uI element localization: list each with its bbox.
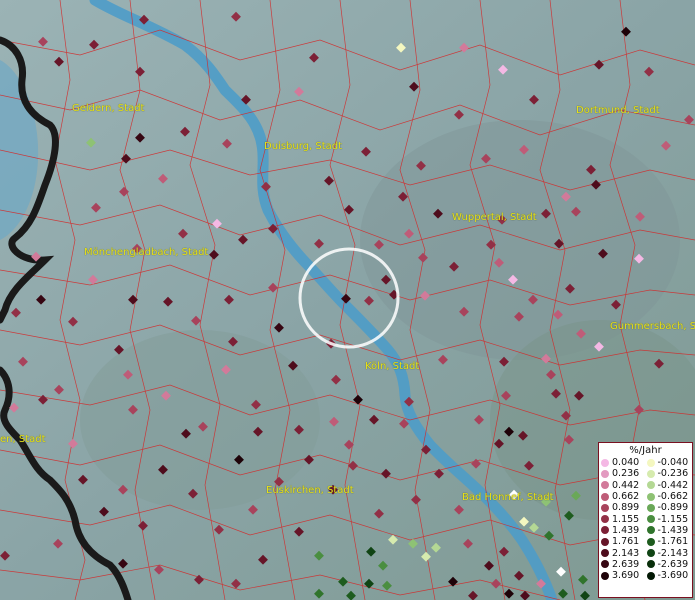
legend-entry: -2.143 xyxy=(646,547,693,559)
legend-positive-column: 0.040 0.236 0.442 0.662 0.899 1.155 1.439 1.761… xyxy=(601,457,647,581)
legend-value: -0.899 xyxy=(657,502,689,514)
legend-value: -3.690 xyxy=(657,570,689,582)
legend-body: 0.040 0.236 0.442 0.662 0.899 1.155 1.439 1.761… xyxy=(599,457,692,581)
legend-value: 2.639 xyxy=(612,558,640,570)
terrain-layer xyxy=(0,0,695,600)
legend-entry: 0.236 xyxy=(601,468,647,479)
legend-value: 3.690 xyxy=(612,570,640,582)
relief-shade xyxy=(80,330,320,510)
city-label-bad-honnef: Bad Honnef, Stadt xyxy=(462,492,554,503)
map-view[interactable]: Geldern, Stadt Duisburg, Stadt Dortmund,… xyxy=(0,0,695,600)
legend-swatch xyxy=(646,526,655,535)
legend-value: -2.143 xyxy=(657,547,689,559)
legend-swatch xyxy=(646,458,655,467)
legend-entry: -1.439 xyxy=(646,524,693,536)
legend-swatch xyxy=(646,537,655,546)
legend-swatch xyxy=(601,515,609,524)
legend-entry: -0.662 xyxy=(646,491,693,503)
legend-value: 1.761 xyxy=(612,536,640,548)
legend-swatch xyxy=(601,571,609,580)
legend-entry: 1.761 xyxy=(601,536,647,547)
legend-value: -1.439 xyxy=(657,524,689,536)
city-label-gummersbach: Gummersbach, Stadt xyxy=(610,321,695,332)
city-label-edge-left: en, Stadt xyxy=(0,434,46,445)
legend-value: 0.442 xyxy=(612,479,640,491)
legend-entry: 0.899 xyxy=(601,502,647,513)
legend-value: -1.761 xyxy=(657,536,689,548)
legend-swatch xyxy=(601,458,609,467)
legend-entry: 1.155 xyxy=(601,513,647,525)
legend-negative-column: -0.040 -0.236 -0.442 -0.662 -0.899 -1.155 -1.4… xyxy=(646,457,693,582)
legend-swatch xyxy=(601,526,609,535)
legend-entry: 0.442 xyxy=(601,480,647,491)
legend-value: 1.155 xyxy=(612,513,640,525)
legend-value: 2.143 xyxy=(612,547,640,559)
legend-entry: -3.690 xyxy=(646,570,693,582)
legend-swatch xyxy=(646,469,655,478)
legend-swatch xyxy=(601,537,609,546)
city-label-moenchengladbach: Mönchengladbach, Stadt xyxy=(84,247,209,258)
legend-value: -0.236 xyxy=(657,468,689,480)
legend-entry: -0.040 xyxy=(646,457,693,469)
legend-swatch xyxy=(646,549,655,558)
legend-swatch xyxy=(601,549,609,558)
legend-entry: 1.439 xyxy=(601,525,647,536)
legend-value: -0.442 xyxy=(657,479,689,491)
legend-entry: -0.442 xyxy=(646,479,693,491)
legend-swatch xyxy=(601,560,609,569)
legend-swatch xyxy=(601,469,609,478)
legend-entry: -0.899 xyxy=(646,502,693,514)
legend-panel: %/Jahr 0.040 0.236 0.442 0.662 0.899 1.155 1.4… xyxy=(598,442,693,598)
legend-swatch xyxy=(601,492,609,501)
city-label-dortmund: Dortmund, Stadt xyxy=(576,105,660,116)
city-label-euskirchen: Euskirchen, Stadt xyxy=(266,485,354,496)
legend-value: -0.040 xyxy=(657,457,689,469)
legend-title: %/Jahr xyxy=(629,445,662,456)
legend-value: -1.155 xyxy=(657,513,689,525)
legend-value: 1.439 xyxy=(612,524,640,536)
legend-swatch xyxy=(646,503,655,512)
legend-entry: -0.236 xyxy=(646,468,693,480)
legend-value: 0.236 xyxy=(612,468,640,480)
legend-entry: -2.639 xyxy=(646,558,693,570)
legend-value: -2.639 xyxy=(657,558,689,570)
legend-swatch xyxy=(646,571,655,580)
legend-entry: 2.143 xyxy=(601,547,647,559)
legend-value: -0.662 xyxy=(657,491,689,503)
legend-entry: -1.761 xyxy=(646,536,693,548)
legend-swatch xyxy=(646,515,655,524)
city-label-duisburg: Duisburg, Stadt xyxy=(264,141,343,152)
legend-entry: 2.639 xyxy=(601,559,647,570)
legend-swatch xyxy=(646,492,655,501)
city-label-wuppertal: Wuppertal, Stadt xyxy=(452,212,537,223)
legend-swatch xyxy=(601,481,609,490)
legend-value: 0.899 xyxy=(612,502,640,514)
legend-swatch xyxy=(601,503,609,512)
legend-swatch xyxy=(646,481,655,490)
legend-value: 0.040 xyxy=(612,457,640,469)
city-label-koeln: Köln, Stadt xyxy=(365,361,420,372)
legend-entry: 3.690 xyxy=(601,570,647,581)
city-label-geldern: Geldern, Stadt xyxy=(72,103,145,114)
legend-entry: -1.155 xyxy=(646,513,693,525)
legend-value: 0.662 xyxy=(612,491,640,503)
legend-swatch xyxy=(646,560,655,569)
legend-entry: 0.040 xyxy=(601,457,647,468)
legend-entry: 0.662 xyxy=(601,491,647,502)
